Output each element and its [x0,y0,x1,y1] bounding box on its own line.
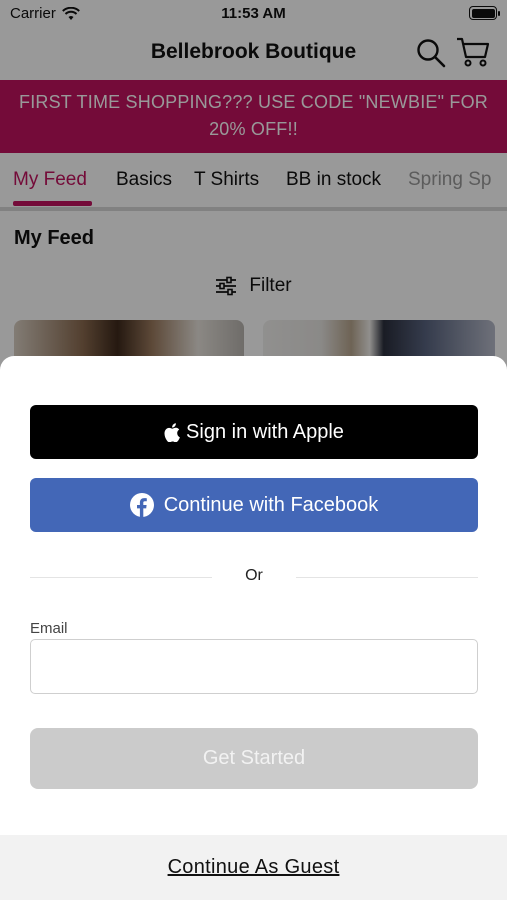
apple-icon [164,422,180,442]
continue-with-facebook-button[interactable]: Continue with Facebook [30,478,478,532]
continue-as-guest-link[interactable]: Continue As Guest [168,856,340,879]
or-divider: Or [30,566,478,588]
email-field[interactable] [30,639,478,694]
guest-bar: Continue As Guest [0,835,507,900]
apple-button-label: Sign in with Apple [186,420,344,443]
divider-text: Or [245,567,263,584]
get-started-label: Get Started [202,747,306,769]
login-sheet: Sign in with Apple Continue with Faceboo… [0,356,507,900]
email-label: Email [30,620,68,637]
divider-line [296,577,478,578]
facebook-icon [129,493,154,517]
sign-in-with-apple-button[interactable]: Sign in with Apple [30,405,478,459]
get-started-button[interactable]: Get Started [30,728,478,789]
facebook-button-label: Continue with Facebook [163,493,379,516]
